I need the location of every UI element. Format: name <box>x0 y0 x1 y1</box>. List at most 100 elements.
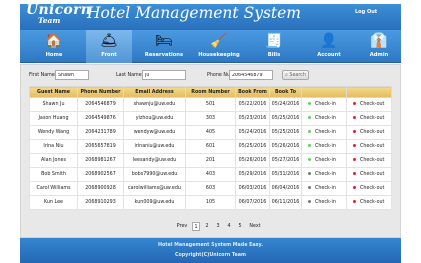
guest-name-cell: Shawn Ju <box>29 97 78 112</box>
phone-cell: 2068910293 <box>77 195 124 210</box>
book-to-cell: 05/27/2016 <box>269 153 302 168</box>
status-dot-icon <box>308 200 311 203</box>
table-row: Alan Jones 2068981267 leesandy@uw.edu 201 05… <box>29 153 392 168</box>
book-from-cell: 05/25/2016 <box>235 139 270 154</box>
status-dot-icon <box>353 186 356 189</box>
nav-item-label: Bills <box>267 52 281 58</box>
check-out-button[interactable]: Check-out <box>346 195 392 210</box>
user-account-icon: 👤 <box>320 33 338 49</box>
email-cell: kun009@uw.edu <box>123 195 186 210</box>
status-dot-icon <box>353 200 356 203</box>
guest-name-cell: Irina Niu <box>29 139 78 154</box>
room-number-cell: 105 <box>185 195 236 210</box>
column-header: Guest Name <box>29 86 78 98</box>
column-header <box>301 86 347 98</box>
book-to-cell: 06/04/2016 <box>269 181 302 196</box>
bill-icon: 🧾 <box>265 33 283 49</box>
guest-name-cell: Carol Williams <box>29 181 78 196</box>
room-number-cell: 603 <box>185 181 236 196</box>
bed-icon: 🛏 <box>155 33 173 49</box>
status-dot-icon <box>353 102 356 105</box>
check-out-button[interactable]: Check-out <box>346 167 392 182</box>
next-page-link[interactable]: Next <box>248 222 262 231</box>
page-link-1[interactable]: 1 <box>192 222 200 231</box>
table-row: Carol Williams 2068900928 carolwilliams@uw… <box>29 181 392 196</box>
check-out-button[interactable]: Check-out <box>346 111 392 126</box>
nav-item-label: Reservations <box>144 52 184 58</box>
check-out-button-label: Check-out <box>360 158 385 163</box>
phone-cell: 2064546879 <box>77 97 124 112</box>
check-in-button[interactable]: Check-in <box>301 139 347 154</box>
nav-item-account[interactable]: 👤 Account <box>306 30 352 63</box>
book-from-cell: 05/22/2016 <box>235 97 270 112</box>
check-in-button[interactable]: Check-in <box>301 125 347 140</box>
prev-page-link[interactable]: Prev <box>175 222 189 231</box>
check-in-button-label: Check-in <box>315 130 336 135</box>
phone-cell: 2064549876 <box>77 111 124 126</box>
status-dot-icon <box>353 144 356 147</box>
check-in-button[interactable]: Check-in <box>301 153 347 168</box>
email-cell: carolwilliams@uw.edu <box>123 181 186 196</box>
nav-item-home[interactable]: 🏠 Home <box>31 30 77 63</box>
logout-link[interactable]: Log Out <box>355 9 377 15</box>
page-link-3[interactable]: 3 <box>214 222 222 231</box>
check-in-button[interactable]: Check-in <box>301 97 347 112</box>
footer-tagline: Hotel Management System Made Easy. <box>157 243 264 248</box>
nav-item-admin[interactable]: 👔 Admin <box>356 30 402 63</box>
nav-item-label: Account <box>317 52 341 58</box>
nav-item-bills[interactable]: 🧾 Bills <box>251 30 297 63</box>
check-out-button[interactable]: Check-out <box>346 181 392 196</box>
email-cell: wendyw@uw.edu <box>123 125 186 140</box>
check-in-button[interactable]: Check-in <box>301 181 347 196</box>
room-number-cell: 201 <box>185 153 236 168</box>
book-to-cell: 05/24/2016 <box>269 97 302 112</box>
table-row: Irina Niu 2065657819 irinaniu@uw.edu 601 05/… <box>29 139 392 154</box>
admin-icon: 👔 <box>370 33 388 49</box>
last-name-label: Last Name: <box>116 73 144 78</box>
check-in-button[interactable]: Check-in <box>301 195 347 210</box>
check-out-button-label: Check-out <box>360 130 385 135</box>
check-out-button[interactable]: Check-out <box>346 153 392 168</box>
column-header: Email Address <box>123 86 186 98</box>
phone-cell: 2065657819 <box>77 139 124 154</box>
check-out-button-label: Check-out <box>360 116 385 121</box>
page-link-4[interactable]: 4 <box>225 222 233 231</box>
check-in-button-label: Check-in <box>315 102 336 107</box>
book-from-cell: 05/26/2016 <box>235 153 270 168</box>
check-out-button[interactable]: Check-out <box>346 139 392 154</box>
check-in-button-label: Check-in <box>315 172 336 177</box>
housekeeping-icon: 🧹 <box>210 33 228 49</box>
first-name-input[interactable] <box>55 70 89 80</box>
first-name-label: First Name: <box>29 73 57 78</box>
nav-item-reservations[interactable]: 🛏 Reservations <box>141 30 187 63</box>
page-link-2[interactable]: 2 <box>203 222 211 231</box>
table-row: Jason Huang 2064549876 yizhou@uw.edu 303 05/… <box>29 111 392 126</box>
status-dot-icon <box>308 130 311 133</box>
email-cell: shawnju@uw.edu <box>123 97 186 112</box>
search-button[interactable]: ⌕ Search <box>282 70 309 80</box>
check-in-button[interactable]: Check-in <box>301 111 347 126</box>
phone-cell: 2068981267 <box>77 153 124 168</box>
phone-number-input[interactable] <box>229 70 273 80</box>
email-cell: irinaniu@uw.edu <box>123 139 186 154</box>
status-dot-icon <box>353 172 356 175</box>
nav-item-front[interactable]: 🛎 Front <box>86 30 132 63</box>
guest-name-cell: Jason Huang <box>29 111 78 126</box>
status-dot-icon <box>353 116 356 119</box>
page-link-5[interactable]: 5 <box>236 222 244 231</box>
nav-item-label: Admin <box>369 52 389 58</box>
check-in-button[interactable]: Check-in <box>301 167 347 182</box>
nav-item-housekeeping[interactable]: 🧹 Housekeeping <box>196 30 242 63</box>
check-out-button[interactable]: Check-out <box>346 125 392 140</box>
book-to-cell: 05/31/2016 <box>269 167 302 182</box>
last-name-input[interactable] <box>142 70 186 80</box>
column-header: Phone Number <box>77 86 124 98</box>
main-nav: 🏠 Home 🛎 Front 🛏 Reservations 🧹 Housekeeping 🧾 Bi… <box>20 30 401 63</box>
guest-name-cell: Kun Lee <box>29 195 78 210</box>
check-out-button[interactable]: Check-out <box>346 97 392 112</box>
book-from-cell: 06/07/2016 <box>235 195 270 210</box>
email-cell: leesandy@uw.edu <box>123 153 186 168</box>
status-dot-icon <box>308 116 311 119</box>
book-to-cell: 05/26/2016 <box>269 139 302 154</box>
table-row: Bob Smith 2068902567 bobs7990@uw.edu 403 05/… <box>29 167 392 182</box>
